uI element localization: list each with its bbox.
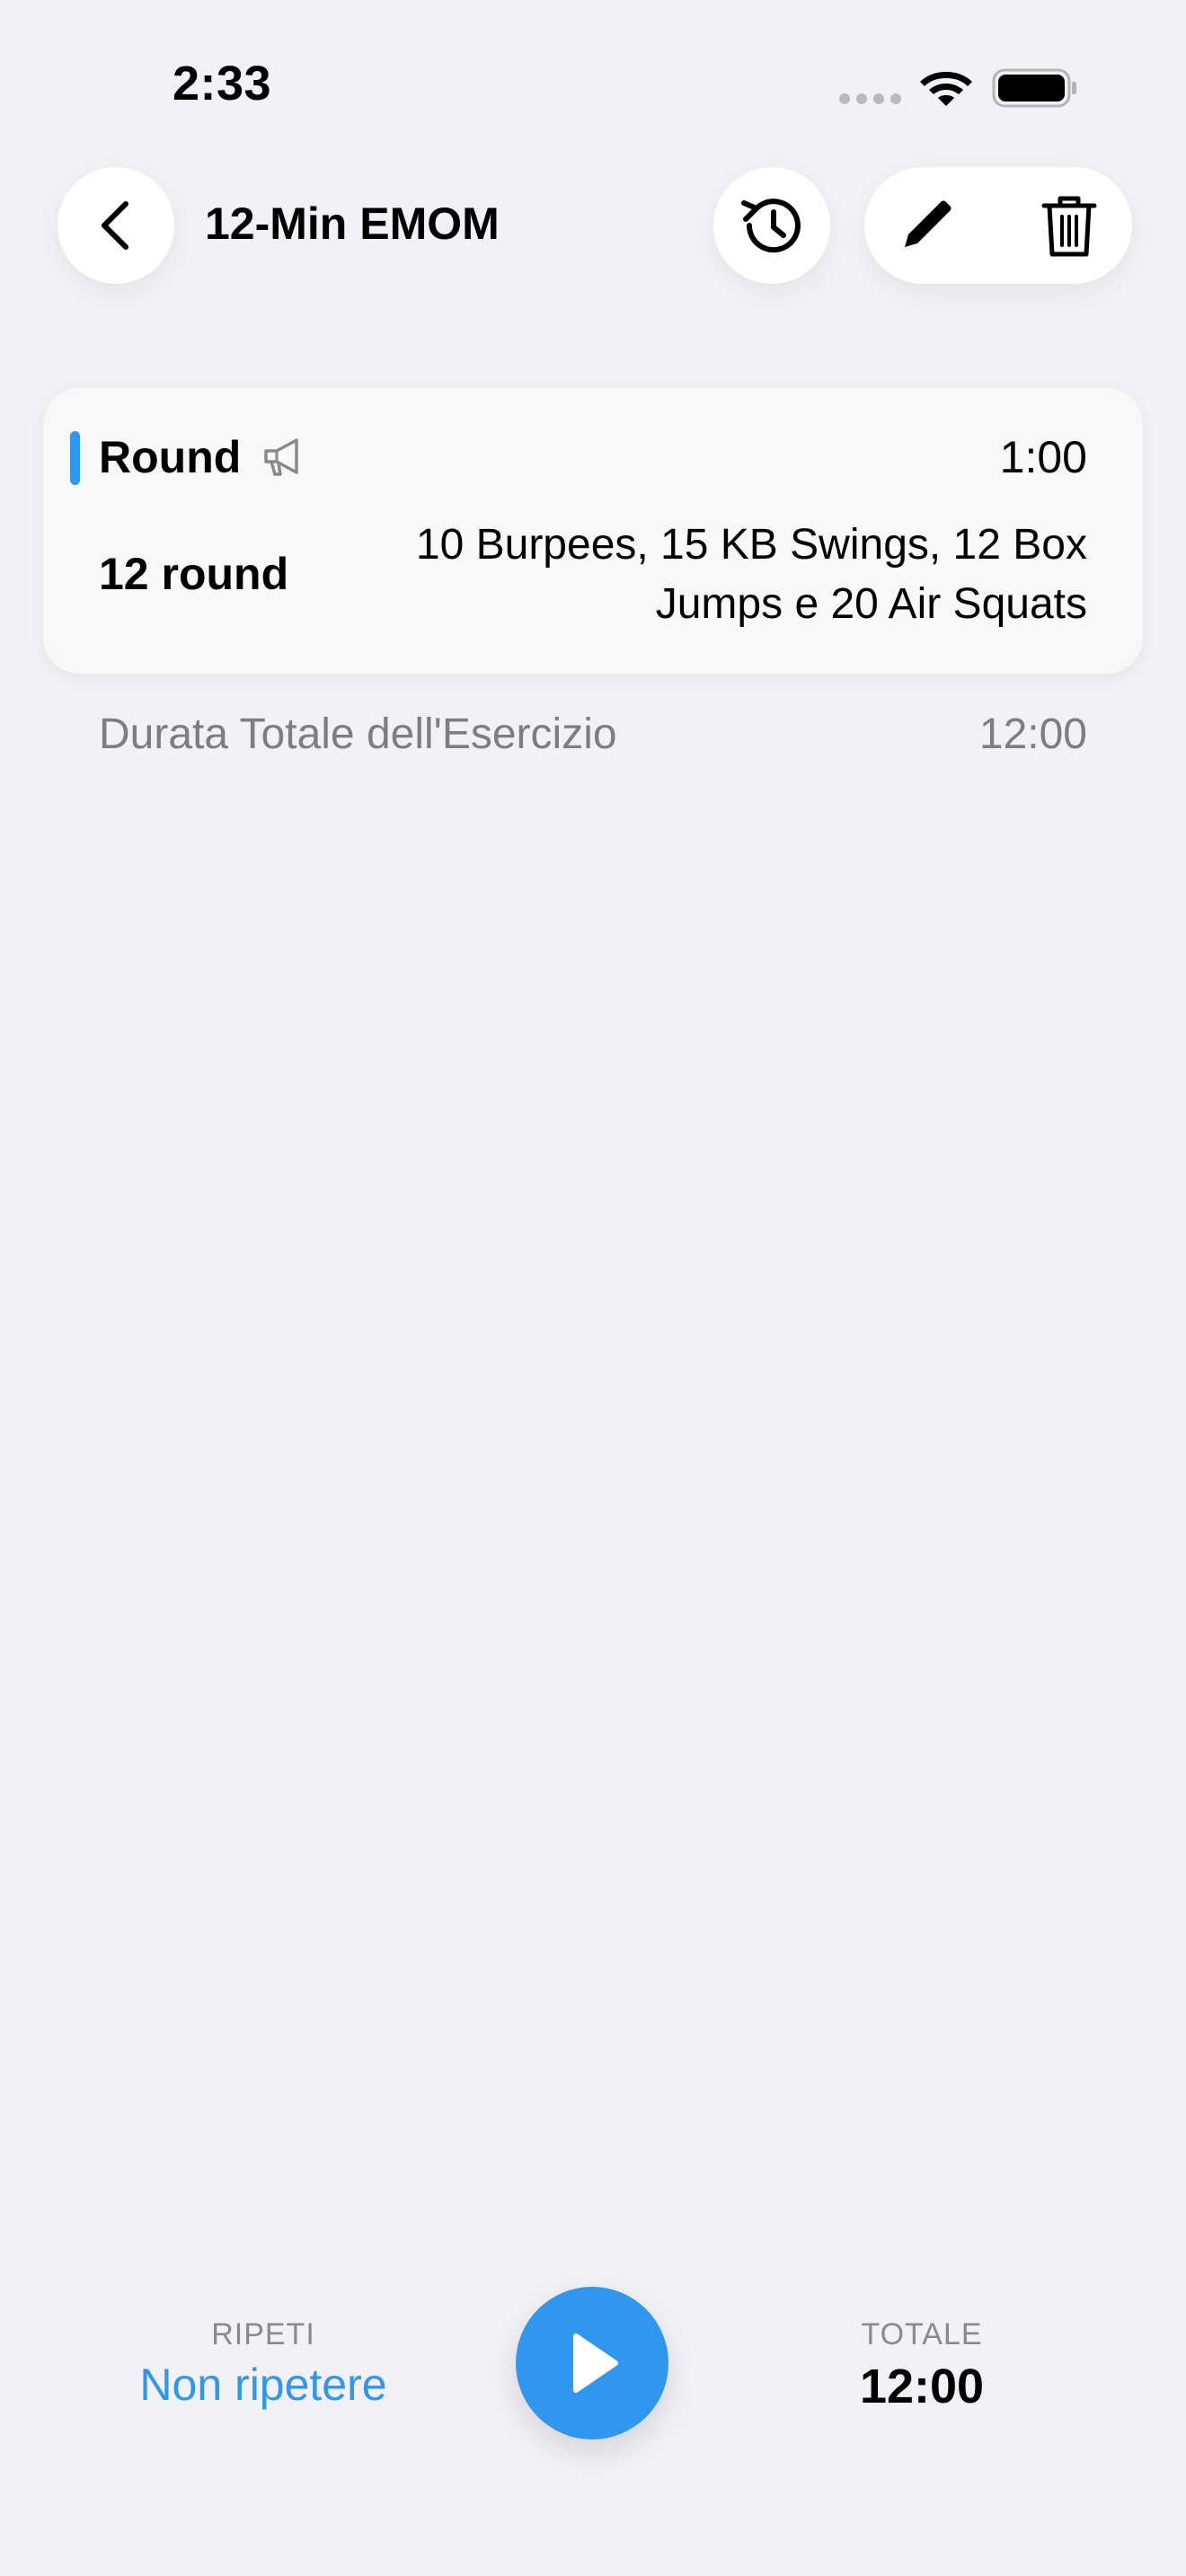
wifi-icon [920,72,972,106]
total-value: 12:00 [859,2360,985,2413]
trash-icon [1041,196,1097,257]
interval-title: Round [99,432,242,482]
workout-detail-screen: 2:33 12-Min EMOM Round 1:00 12 round 10 … [0,0,1186,2576]
history-icon [741,198,801,253]
page-title: 12-Min EMOM [205,198,500,249]
total-caption: TOTALE [861,2317,983,2351]
chevron-left-icon [102,201,128,250]
exercise-description: 10 Burpees, 15 KB Swings, 12 Box Jumps e… [415,521,1087,628]
play-icon [573,2333,618,2393]
total-duration-label: Durata Totale dell'Esercizio [99,710,617,758]
repeat-selector[interactable]: Non ripetere [101,2359,426,2411]
play-button[interactable] [516,2287,668,2439]
interval-color-bar [70,431,80,485]
status-time: 2:33 [173,57,272,110]
history-button[interactable] [713,167,830,284]
cellular-signal-icon [839,93,901,104]
rounds-count: 12 round [99,549,289,599]
edit-button[interactable] [895,194,958,257]
interval-duration: 1:00 [999,432,1087,482]
megaphone-icon [264,438,298,476]
repeat-caption: RIPETI [211,2317,315,2351]
pencil-icon [905,200,951,247]
edit-delete-group [864,167,1132,284]
back-button[interactable] [58,167,174,284]
total-duration-value: 12:00 [978,710,1087,758]
delete-button[interactable] [1033,190,1105,262]
battery-icon [992,68,1076,108]
